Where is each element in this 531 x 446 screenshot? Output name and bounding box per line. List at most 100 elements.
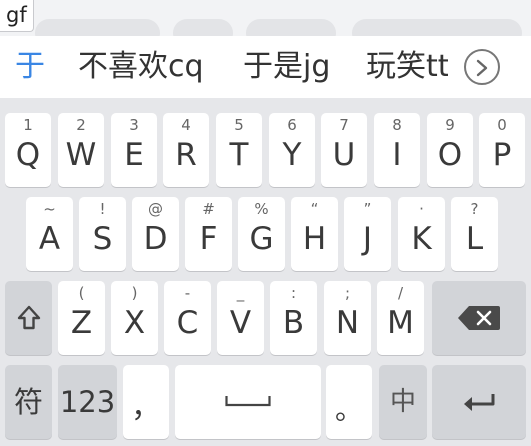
key-hint: ? [470, 200, 479, 218]
shift-key[interactable] [5, 281, 52, 355]
key-label: P [492, 137, 512, 173]
key-t[interactable]: 5 T [216, 113, 262, 187]
more-candidates-button[interactable] [464, 49, 500, 85]
key-hint: 5 [234, 116, 244, 134]
key-c[interactable]: - C [164, 281, 211, 355]
key-w[interactable]: 2 W [58, 113, 104, 187]
language-key[interactable]: 中 [379, 365, 427, 439]
key-label: J [362, 221, 373, 257]
key-hint: ( [78, 284, 85, 302]
space-bar-icon [225, 396, 271, 407]
key-label: C [176, 305, 199, 341]
key-label: 。 [334, 393, 363, 426]
key-m[interactable]: / M [377, 281, 424, 355]
key-hint: 2 [76, 116, 86, 134]
backspace-key[interactable] [432, 281, 526, 355]
key-hint: _ [236, 284, 245, 302]
key-label: R [175, 137, 197, 173]
keyboard: 1 Q 2 W 3 E 4 R 5 T 6 Y 7 U 8 I 9 O 0 P … [0, 98, 531, 446]
key-f[interactable]: # F [185, 197, 232, 271]
composing-text: gf [0, 0, 34, 32]
candidate-item[interactable]: 不喜欢cq [78, 36, 204, 98]
period-key[interactable]: 。 [326, 365, 372, 439]
key-y[interactable]: 6 Y [269, 113, 315, 187]
enter-key[interactable] [432, 365, 526, 439]
key-hint: 1 [23, 116, 33, 134]
key-label: I [392, 137, 402, 173]
key-label: F [199, 221, 218, 257]
composing-strip: gf [0, 0, 531, 36]
key-o[interactable]: 9 O [427, 113, 473, 187]
key-label: H [302, 221, 327, 257]
key-x[interactable]: ) X [111, 281, 158, 355]
key-label: X [123, 305, 146, 341]
key-hint: ! [99, 200, 106, 218]
key-label: ， [131, 390, 161, 425]
candidate-item[interactable]: 玩笑tt [366, 36, 448, 98]
key-label: M [387, 305, 414, 341]
key-i[interactable]: 8 I [374, 113, 420, 187]
candidate-item[interactable]: 于是jg [243, 36, 330, 98]
key-hint: % [254, 200, 269, 218]
key-hint: : [290, 284, 297, 302]
chevron-right-icon [476, 59, 488, 77]
key-label: V [229, 305, 252, 341]
key-q[interactable]: 1 Q [5, 113, 51, 187]
key-v[interactable]: _ V [217, 281, 264, 355]
candidate-item[interactable]: 于 [15, 36, 45, 98]
key-j[interactable]: ” J [344, 197, 391, 271]
key-label: 符 [13, 385, 43, 419]
symbols-key[interactable]: 符 [5, 365, 52, 439]
key-z[interactable]: ( Z [58, 281, 105, 355]
background-chip [246, 19, 336, 36]
key-k[interactable]: · K [398, 197, 445, 271]
key-hint: # [202, 200, 215, 218]
key-label: O [437, 137, 463, 173]
key-hint: ) [131, 284, 138, 302]
key-hint: / [397, 284, 404, 302]
key-g[interactable]: % G [238, 197, 285, 271]
key-label: N [335, 305, 360, 341]
key-label: 中 [389, 387, 416, 417]
background-chip [35, 19, 160, 36]
key-p[interactable]: 0 P [479, 113, 525, 187]
key-u[interactable]: 7 U [321, 113, 367, 187]
key-label: Y [282, 137, 302, 173]
key-label: Z [70, 305, 93, 341]
space-key[interactable] [175, 365, 321, 439]
key-a[interactable]: ~ A [26, 197, 73, 271]
candidate-bar: 于 不喜欢cq 于是jg 玩笑tt [0, 36, 531, 98]
numbers-key[interactable]: 123 [58, 365, 117, 439]
key-hint: 6 [287, 116, 297, 134]
key-hint: - [184, 284, 191, 302]
key-label: A [38, 221, 61, 257]
key-e[interactable]: 3 E [111, 113, 157, 187]
key-b[interactable]: : B [270, 281, 317, 355]
key-hint: 0 [497, 116, 507, 134]
key-h[interactable]: “ H [291, 197, 338, 271]
key-n[interactable]: ; N [324, 281, 371, 355]
key-label: W [65, 137, 97, 173]
key-hint: @ [148, 200, 163, 218]
key-hint: “ [310, 200, 319, 218]
shift-icon [17, 305, 41, 330]
key-r[interactable]: 4 R [163, 113, 209, 187]
key-label: B [282, 305, 305, 341]
key-label: Q [15, 137, 41, 173]
enter-icon [464, 394, 495, 411]
background-chip [173, 19, 233, 36]
key-l[interactable]: ? L [451, 197, 498, 271]
key-hint: ~ [43, 200, 56, 218]
key-hint: ; [344, 284, 351, 302]
key-label: D [143, 221, 168, 257]
key-s[interactable]: ! S [79, 197, 126, 271]
key-label: U [332, 137, 356, 173]
key-hint: 4 [181, 116, 191, 134]
key-hint: 8 [392, 116, 402, 134]
key-label: E [124, 137, 144, 173]
comma-key[interactable]: ， [123, 365, 169, 439]
key-label: G [249, 221, 274, 257]
backspace-icon [458, 306, 500, 330]
key-label: K [411, 221, 432, 257]
key-d[interactable]: @ D [132, 197, 179, 271]
